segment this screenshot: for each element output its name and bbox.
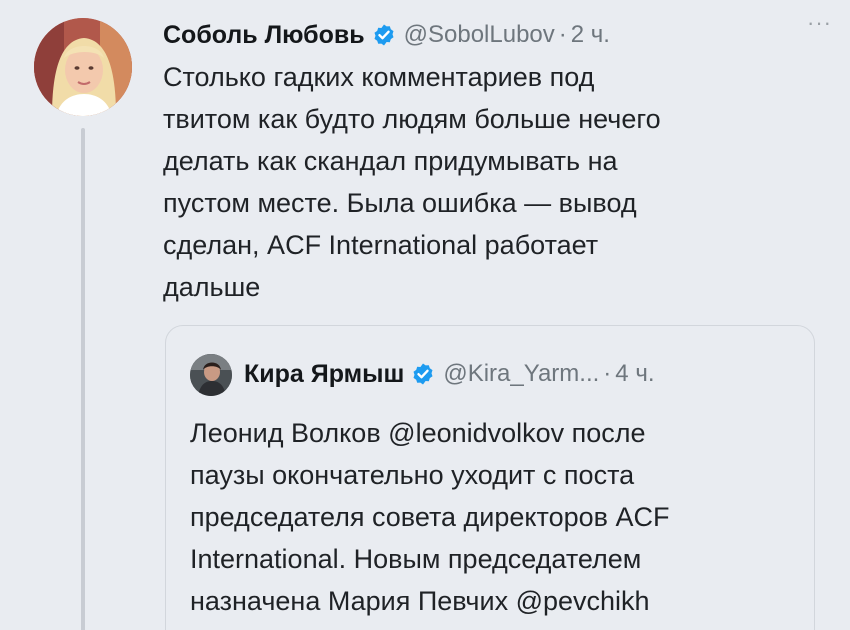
author-handle[interactable]: @SobolLubov (404, 21, 555, 49)
quoted-avatar[interactable] (190, 354, 232, 396)
quoted-tweet[interactable]: Кира Ярмыш @Kira_Yarm... · 4 ч. Леонид В… (165, 325, 815, 630)
quoted-tweet-text: Леонид Волков @leonidvolkov после паузы … (190, 418, 670, 616)
thread-connector-line (81, 128, 85, 630)
avatar-image (34, 18, 132, 116)
author-display-name[interactable]: Соболь Любовь (163, 21, 365, 50)
quoted-tweet-timestamp[interactable]: 4 ч. (615, 360, 654, 388)
tweet-card[interactable]: Соболь Любовь @SobolLubov · 2 ч. ··· Сто… (0, 0, 850, 630)
quoted-author-display-name[interactable]: Кира Ярмыш (244, 360, 404, 389)
quoted-avatar-image (190, 354, 232, 396)
tweet-text: Столько гадких комментариев под твитом к… (163, 62, 661, 302)
quoted-tweet-header: Кира Ярмыш @Kira_Yarm... · 4 ч. (244, 356, 654, 392)
more-options-icon[interactable]: ··· (807, 10, 832, 36)
tweet-timestamp[interactable]: 2 ч. (571, 21, 610, 49)
separator-dot: · (558, 21, 567, 48)
avatar[interactable] (34, 18, 132, 116)
verified-badge-icon (413, 363, 433, 385)
quoted-author-handle[interactable]: @Kira_Yarm... (443, 360, 599, 388)
tweet-header: Соболь Любовь @SobolLubov · 2 ч. (163, 18, 830, 52)
verified-badge-icon (374, 24, 394, 46)
separator-dot: · (603, 360, 612, 387)
